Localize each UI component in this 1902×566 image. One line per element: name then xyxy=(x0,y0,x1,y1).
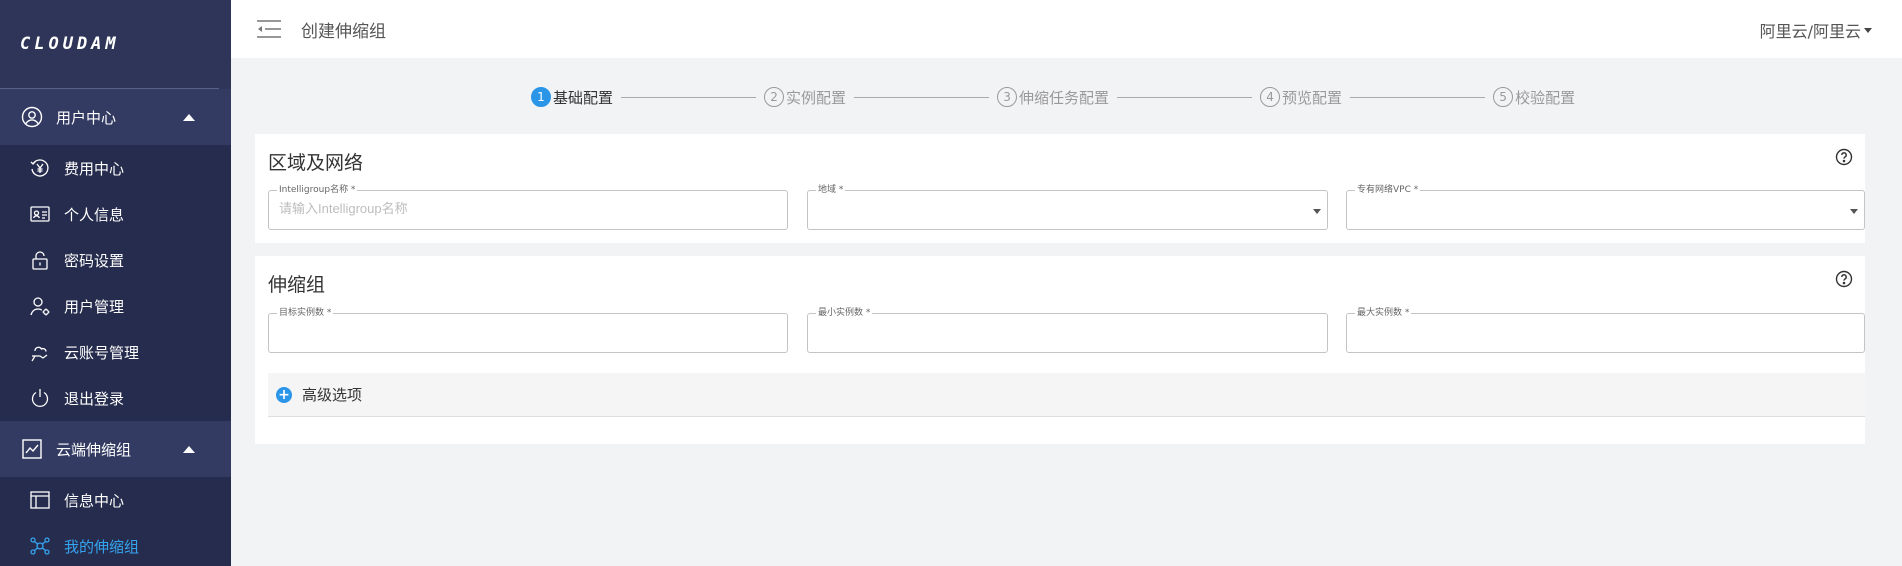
layout-icon xyxy=(28,488,52,512)
target-instances-input[interactable] xyxy=(279,324,746,339)
sidebar-item-info-center[interactable]: 信息中心 xyxy=(0,477,231,523)
sidebar-submenu-scaling: 信息中心 我的伸缩组 xyxy=(0,477,231,566)
field-label: 专有网络VPC * xyxy=(1355,184,1421,196)
sidebar-group-user-center[interactable]: 用户中心 xyxy=(0,89,231,145)
target-instances-field[interactable]: 目标实例数 * xyxy=(268,307,788,353)
yen-coin-icon xyxy=(28,156,52,180)
cloud-hand-icon xyxy=(28,340,52,364)
region-select[interactable]: 地域 * xyxy=(807,184,1328,230)
cluster-icon xyxy=(28,534,52,558)
help-icon[interactable] xyxy=(1835,148,1853,166)
account-dropdown[interactable]: 阿里云/阿里云 xyxy=(1760,18,1872,42)
dropdown-arrow-icon xyxy=(1313,209,1321,214)
field-label: 地域 * xyxy=(816,184,846,196)
step-connector xyxy=(621,96,757,98)
advanced-options-toggle[interactable]: + 高级选项 xyxy=(268,373,1865,417)
sidebar-group-label: 云端伸缩组 xyxy=(56,440,132,459)
sidebar-item-billing[interactable]: 费用中心 xyxy=(0,145,231,191)
sidebar-group-scaling[interactable]: 云端伸缩组 xyxy=(0,421,231,477)
sidebar: CLOUDAM 用户中心 费用中心 个人信息 密码设置 用户管理 云账号管理 退… xyxy=(0,0,231,566)
step-number: 2 xyxy=(764,87,785,107)
account-label: 阿里云/阿里云 xyxy=(1759,22,1861,41)
caret-down-icon xyxy=(1864,27,1872,33)
field-label: 目标实例数 * xyxy=(277,307,334,319)
step-preview-config[interactable]: 4 预览配置 xyxy=(1260,87,1342,108)
step-scaling-task-config[interactable]: 3 伸缩任务配置 xyxy=(997,87,1109,108)
sidebar-item-my-scaling-groups[interactable]: 我的伸缩组 xyxy=(0,523,231,566)
step-connector xyxy=(1350,96,1486,98)
step-connector xyxy=(1117,96,1253,98)
sidebar-item-label: 用户管理 xyxy=(64,297,125,316)
max-instances-field[interactable]: 最大实例数 * xyxy=(1346,307,1865,353)
step-number: 1 xyxy=(531,87,551,107)
page-title: 创建伸缩组 xyxy=(301,21,386,42)
advanced-options-label: 高级选项 xyxy=(302,386,363,404)
sidebar-item-label: 信息中心 xyxy=(64,491,125,510)
sidebar-item-logout[interactable]: 退出登录 xyxy=(0,375,231,421)
vpc-select[interactable]: 专有网络VPC * xyxy=(1346,184,1865,230)
step-label: 基础配置 xyxy=(553,88,614,107)
header: 创建伸缩组 阿里云/阿里云 xyxy=(231,0,1902,58)
region-network-card: 区域及网络 Intelligroup名称 * 地域 * 专有网络VPC * xyxy=(255,134,1865,243)
sidebar-item-profile[interactable]: 个人信息 xyxy=(0,191,231,237)
field-label: Intelligroup名称 * xyxy=(277,184,358,196)
step-number: 4 xyxy=(1260,87,1281,107)
sidebar-item-label: 密码设置 xyxy=(64,251,125,270)
step-label: 校验配置 xyxy=(1515,88,1576,107)
sidebar-group-label: 用户中心 xyxy=(56,108,117,127)
plus-circle-icon: + xyxy=(276,386,292,403)
field-label: 最大实例数 * xyxy=(1355,307,1412,319)
scaling-group-card: 伸缩组 目标实例数 * 最小实例数 * 最大实例数 * + 高级选项 xyxy=(255,256,1865,444)
sidebar-item-label: 退出登录 xyxy=(64,389,125,408)
step-label: 伸缩任务配置 xyxy=(1019,88,1110,107)
sidebar-item-label: 云账号管理 xyxy=(64,343,140,362)
help-icon[interactable] xyxy=(1835,270,1853,288)
step-basic-config[interactable]: 1 基础配置 xyxy=(531,87,613,108)
min-instances-input[interactable] xyxy=(818,324,1286,339)
logo-text: CLOUDAM xyxy=(20,34,120,54)
sidebar-item-password[interactable]: 密码设置 xyxy=(0,237,231,283)
min-instances-field[interactable]: 最小实例数 * xyxy=(807,307,1328,353)
sidebar-item-label: 我的伸缩组 xyxy=(64,537,140,556)
caret-up-icon[interactable] xyxy=(183,114,195,121)
lock-icon xyxy=(28,248,52,272)
intelligroup-name-field[interactable]: Intelligroup名称 * xyxy=(268,184,788,230)
logo[interactable]: CLOUDAM xyxy=(0,0,219,89)
sidebar-item-cloud-accounts[interactable]: 云账号管理 xyxy=(0,329,231,375)
step-label: 实例配置 xyxy=(786,88,847,107)
caret-up-icon[interactable] xyxy=(183,446,195,453)
line-chart-icon xyxy=(20,437,44,461)
menu-fold-icon[interactable] xyxy=(255,17,283,41)
step-label: 预览配置 xyxy=(1282,88,1343,107)
power-icon xyxy=(28,386,52,410)
card-title: 区域及网络 xyxy=(268,152,364,174)
dropdown-arrow-icon xyxy=(1850,209,1858,214)
step-instance-config[interactable]: 2 实例配置 xyxy=(764,87,846,108)
sidebar-item-user-management[interactable]: 用户管理 xyxy=(0,283,231,329)
sidebar-item-label: 费用中心 xyxy=(64,159,125,178)
max-instances-input[interactable] xyxy=(1357,324,1823,339)
stepper: 1 基础配置 2 实例配置 3 伸缩任务配置 4 预览配置 5 校验配置 xyxy=(531,86,1575,108)
step-number: 3 xyxy=(997,87,1018,107)
step-connector xyxy=(854,96,990,98)
user-settings-icon xyxy=(28,294,52,318)
id-card-icon xyxy=(28,202,52,226)
user-circle-icon xyxy=(20,105,44,129)
step-validate-config[interactable]: 5 校验配置 xyxy=(1493,87,1575,108)
field-label: 最小实例数 * xyxy=(816,307,873,319)
intelligroup-name-input[interactable] xyxy=(279,201,746,216)
step-number: 5 xyxy=(1493,87,1514,107)
sidebar-item-label: 个人信息 xyxy=(64,205,125,224)
sidebar-submenu-user-center: 费用中心 个人信息 密码设置 用户管理 云账号管理 退出登录 xyxy=(0,145,231,421)
card-title: 伸缩组 xyxy=(268,274,326,296)
